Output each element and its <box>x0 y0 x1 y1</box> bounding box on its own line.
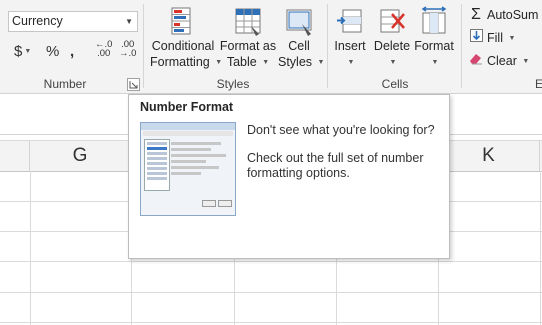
delete-cells-icon <box>380 9 405 33</box>
styles-group-label: Styles <box>216 77 250 91</box>
chevron-down-icon: ▼ <box>508 35 516 43</box>
editing-group-label: E <box>534 77 542 91</box>
increase-decimal-icon-bottom: .00 <box>97 48 111 59</box>
dialog-launcher-icon <box>129 81 138 89</box>
autosum-icon: Σ <box>471 6 481 23</box>
accounting-format-button[interactable]: $ ▼ <box>14 42 31 62</box>
insert-cells-icon <box>337 9 362 33</box>
cell-styles-icon <box>286 9 312 36</box>
autosum-button[interactable]: Σ AutoSum <box>468 6 538 24</box>
group-divider <box>327 4 328 88</box>
cell-styles-label: Cell <box>288 39 310 53</box>
clear-label: Clear <box>487 54 517 68</box>
cells-group-label: Cells <box>381 77 409 91</box>
conditional-formatting-label-2: Formatting <box>150 55 210 69</box>
column-header-g[interactable]: G <box>30 141 131 171</box>
format-cells-button[interactable]: Format ▼ <box>413 6 455 71</box>
format-cells-dialog-thumbnail <box>140 122 236 216</box>
chevron-down-icon: ▼ <box>389 58 397 66</box>
gridline <box>0 322 542 323</box>
format-cells-icon <box>421 6 447 34</box>
number-format-tooltip: Number Format Don't see what you're look… <box>128 94 450 259</box>
decrease-decimal-icon-bottom: →.0 <box>119 48 137 59</box>
conditional-formatting-button[interactable]: Conditional Formatting ▼ <box>150 6 222 71</box>
column-header-partial[interactable] <box>0 141 30 171</box>
number-format-launcher[interactable] <box>127 78 140 91</box>
ribbon: Currency ▼ $ ▼ % , ←.0 .00 .00 →.0 Number <box>0 0 542 94</box>
format-as-table-button[interactable]: Format as Table ▼ <box>219 6 277 71</box>
chevron-down-icon: ▼ <box>431 58 439 66</box>
format-as-table-label: Format as <box>219 39 277 53</box>
comma-icon: , <box>70 43 75 60</box>
chevron-down-icon: ▼ <box>262 58 270 66</box>
chevron-down-icon: ▼ <box>317 58 325 66</box>
increase-decimal-button[interactable]: ←.0 .00 <box>95 40 112 59</box>
cell-styles-label-2: Styles <box>278 55 313 69</box>
clear-icon <box>468 52 484 68</box>
chevron-down-icon: ▼ <box>522 58 530 66</box>
clear-button[interactable]: Clear ▼ <box>468 52 529 68</box>
fill-label: Fill <box>487 31 503 45</box>
tooltip-body: Don't see what you're looking for? Check… <box>247 123 443 194</box>
dollar-icon: $ <box>14 43 23 60</box>
group-divider <box>461 4 462 88</box>
number-format-value: Currency <box>12 14 63 28</box>
format-label: Format <box>414 39 454 53</box>
number-format-dropdown[interactable]: Currency ▼ <box>8 11 138 32</box>
conditional-formatting-label: Conditional <box>151 39 215 53</box>
chevron-down-icon: ▼ <box>125 17 133 26</box>
insert-label: Insert <box>334 39 366 53</box>
group-divider <box>143 4 144 88</box>
format-as-table-icon <box>235 8 261 36</box>
chevron-down-icon: ▼ <box>347 58 355 66</box>
insert-cells-button[interactable]: Insert ▼ <box>332 6 368 71</box>
gridline <box>0 261 542 262</box>
chevron-down-icon: ▼ <box>24 48 32 56</box>
delete-cells-button[interactable]: Delete ▼ <box>373 6 411 71</box>
number-group-label: Number <box>43 77 87 91</box>
tooltip-line-1: Don't see what you're looking for? <box>247 123 435 137</box>
gridline <box>0 292 542 293</box>
format-as-table-label-2: Table <box>226 55 257 69</box>
decrease-decimal-button[interactable]: .00 →.0 <box>119 40 137 59</box>
gridline <box>540 171 541 325</box>
tooltip-line-2: Check out the full set of number formatt… <box>247 151 424 180</box>
cell-styles-button[interactable]: Cell Styles ▼ <box>278 6 324 71</box>
delete-label: Delete <box>373 39 411 53</box>
fill-icon <box>468 29 484 45</box>
conditional-formatting-icon <box>171 7 191 35</box>
column-header-k[interactable]: K <box>438 141 540 171</box>
gridline <box>30 171 31 325</box>
percent-style-button[interactable]: % <box>46 42 59 62</box>
autosum-label: AutoSum <box>487 8 539 22</box>
tooltip-title: Number Format <box>140 100 234 114</box>
percent-icon: % <box>46 43 60 60</box>
comma-style-button[interactable]: , <box>70 42 74 62</box>
fill-button[interactable]: Fill ▼ <box>468 29 515 45</box>
